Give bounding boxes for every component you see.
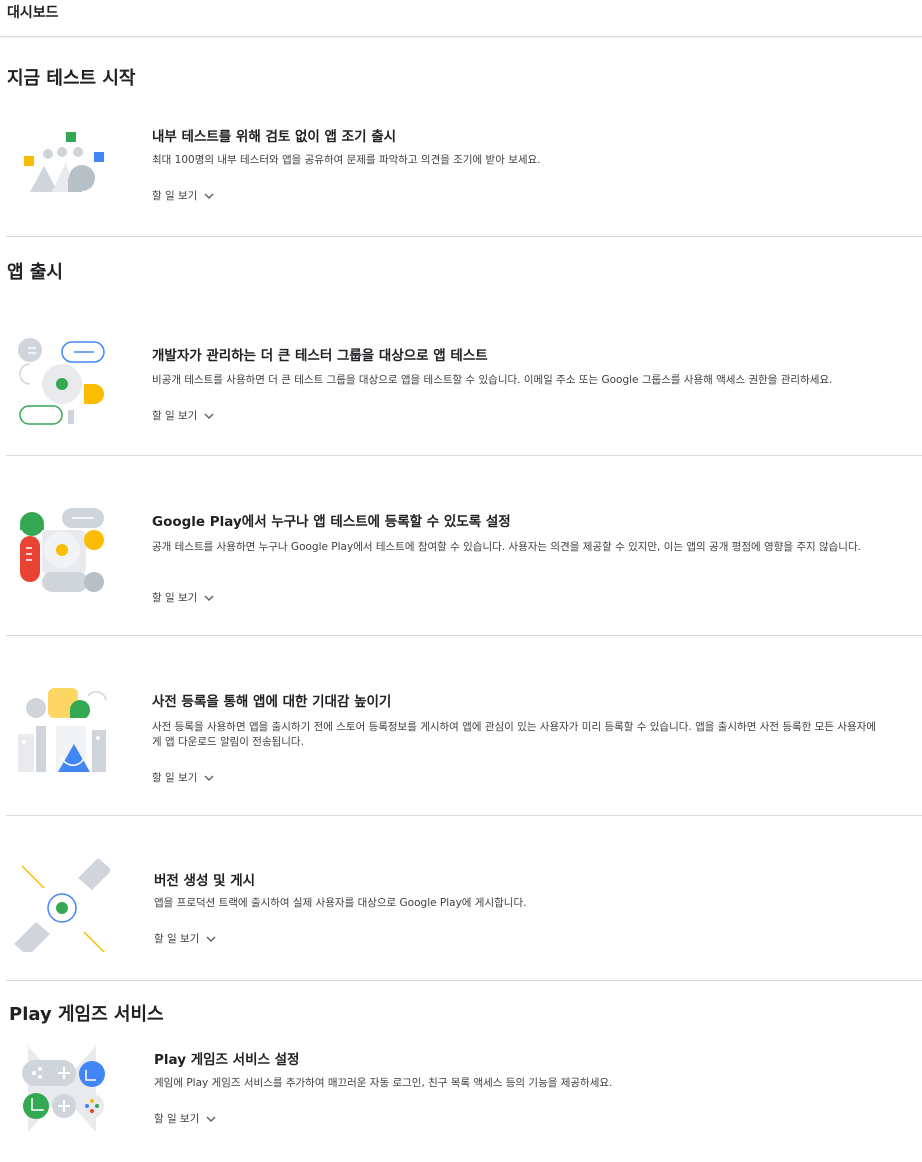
production-release-illustration [14, 858, 110, 952]
card-title: Google Play에서 누구나 앱 테스트에 등록할 수 있도록 설정 [152, 514, 511, 530]
card-description: 사전 등록을 사용하면 앱을 출시하기 전에 스토어 등록정보를 게시하여 앱에… [152, 721, 876, 748]
card-description: 공개 테스트를 사용하면 누구나 Google Play에서 테스트에 참여할 … [152, 541, 861, 553]
card-title: Play 게임즈 서비스 설정 [154, 1052, 300, 1068]
view-todo-label: 할 일 보기 [152, 410, 198, 422]
section-title-play-games: Play 게임즈 서비스 [9, 1004, 164, 1025]
view-todo-button[interactable]: 할 일 보기 [152, 408, 215, 423]
card-description: 최대 100명의 내부 테스터와 앱을 공유하여 문제를 파악하고 의견을 조기… [152, 154, 541, 166]
view-todo-button[interactable]: 할 일 보기 [152, 770, 215, 785]
view-todo-label: 할 일 보기 [152, 772, 198, 784]
card-play-games-setup: Play 게임즈 서비스 설정 게임에 Play 게임즈 서비스를 추가하여 매… [0, 1040, 922, 1155]
card-description: 게임에 Play 게임즈 서비스를 추가하여 매끄러운 자동 로그인, 친구 목… [154, 1077, 613, 1089]
section-title-release: 앱 출시 [7, 262, 63, 283]
card-open-testing: Google Play에서 누구나 앱 테스트에 등록할 수 있도록 설정 공개… [0, 500, 922, 630]
divider [6, 815, 922, 816]
view-todo-button[interactable]: 할 일 보기 [152, 590, 215, 605]
card-title: 버전 생성 및 게시 [154, 873, 256, 889]
view-todo-label: 할 일 보기 [152, 592, 198, 604]
closed-testing-illustration [18, 338, 105, 425]
card-production-release: 버전 생성 및 게시 앱을 프로덕션 트랙에 출시하여 실제 사용자를 대상으로… [0, 850, 922, 975]
internal-testing-illustration [24, 132, 104, 192]
card-pre-registration: 사전 등록을 통해 앱에 대한 기대감 높이기 사전 등록을 사용하면 앱을 출… [0, 680, 922, 810]
card-title: 사전 등록을 통해 앱에 대한 기대감 높이기 [152, 694, 392, 710]
view-todo-label: 할 일 보기 [152, 190, 198, 202]
card-description: 앱을 프로덕션 트랙에 출시하여 실제 사용자를 대상으로 Google Pla… [154, 897, 527, 909]
card-closed-testing: 개발자가 관리하는 더 큰 테스터 그룹을 대상으로 앱 테스트 비공개 테스트… [0, 330, 922, 450]
divider [6, 635, 922, 636]
divider [6, 980, 922, 981]
view-todo-label: 할 일 보기 [154, 1113, 200, 1125]
pre-registration-illustration [18, 688, 107, 772]
divider [6, 455, 922, 456]
card-title: 개발자가 관리하는 더 큰 테스터 그룹을 대상으로 앱 테스트 [152, 348, 488, 364]
chevron-down-icon [206, 1115, 216, 1122]
section-title-start-testing: 지금 테스트 시작 [7, 68, 136, 89]
top-bar: 대시보드 [0, 0, 922, 37]
card-description: 비공개 테스트를 사용하면 더 큰 테스트 그룹을 대상으로 앱을 테스트할 수… [152, 374, 833, 386]
chevron-down-icon [204, 594, 214, 601]
view-todo-button[interactable]: 할 일 보기 [154, 1111, 217, 1126]
view-todo-button[interactable]: 할 일 보기 [152, 188, 215, 203]
divider [6, 236, 922, 237]
card-title: 내부 테스트를 위해 검토 없이 앱 조기 출시 [152, 129, 397, 145]
open-testing-illustration [20, 508, 104, 592]
chevron-down-icon [206, 935, 216, 942]
view-todo-label: 할 일 보기 [154, 933, 200, 945]
card-internal-testing: 내부 테스트를 위해 검토 없이 앱 조기 출시 최대 100명의 내부 테스터… [0, 110, 922, 230]
page-title: 대시보드 [7, 5, 59, 21]
chevron-down-icon [204, 412, 214, 419]
chevron-down-icon [204, 774, 214, 781]
chevron-down-icon [204, 192, 214, 199]
view-todo-button[interactable]: 할 일 보기 [154, 931, 217, 946]
play-games-illustration [22, 1046, 105, 1132]
